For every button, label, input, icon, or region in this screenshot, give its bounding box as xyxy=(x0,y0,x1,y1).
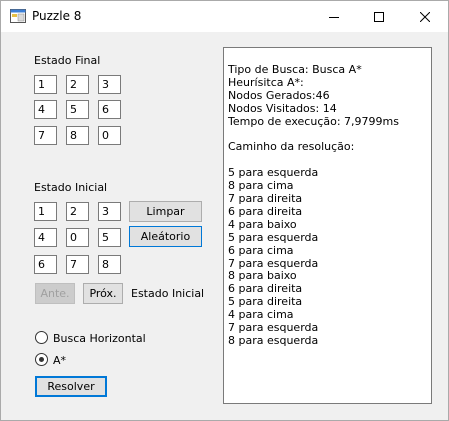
initial-cell-5[interactable]: 0 xyxy=(66,228,89,247)
result-textbox[interactable]: Tipo de Busca: Busca A* Heurísitca A*: Nod… xyxy=(223,47,432,404)
initial-cell-2[interactable]: 2 xyxy=(66,202,89,221)
output-line: Nodos Gerados:46 xyxy=(228,88,330,102)
app-icon xyxy=(10,9,26,23)
final-cell-7[interactable]: 7 xyxy=(34,126,57,145)
radio-busca-horizontal[interactable] xyxy=(35,331,48,344)
minimize-button[interactable] xyxy=(311,1,356,32)
output-line: 4 para baixo xyxy=(228,217,297,231)
final-cell-8[interactable]: 8 xyxy=(66,126,89,145)
resolver-button[interactable]: Resolver xyxy=(35,376,107,397)
final-cell-6[interactable]: 6 xyxy=(98,100,121,119)
busca-horizontal-label[interactable]: Busca Horizontal xyxy=(53,332,146,345)
output-line: Tipo de Busca: Busca A* xyxy=(228,63,362,76)
final-cell-2[interactable]: 2 xyxy=(66,75,89,94)
step-status-label: Estado Inicial xyxy=(131,287,205,300)
window-title: Puzzle 8 xyxy=(32,9,82,23)
initial-cell-6[interactable]: 5 xyxy=(98,228,121,247)
radio-selected-dot xyxy=(39,357,44,362)
final-cell-1[interactable]: 1 xyxy=(34,75,57,94)
output-line: 8 para esquerda xyxy=(228,334,319,347)
output-line: 6 para cima xyxy=(228,243,294,257)
output-line: Nodos Visitados: 14 xyxy=(228,101,337,115)
proximo-button[interactable]: Próx. xyxy=(83,283,123,304)
limpar-button[interactable]: Limpar xyxy=(129,201,202,222)
final-cell-5[interactable]: 5 xyxy=(66,100,89,119)
minimize-icon xyxy=(328,16,339,18)
anterior-button[interactable]: Ante. xyxy=(35,283,75,304)
final-cell-9[interactable]: 0 xyxy=(98,126,121,145)
radio-a-star[interactable] xyxy=(35,353,48,366)
initial-cell-9[interactable]: 8 xyxy=(98,255,121,274)
close-button[interactable] xyxy=(402,1,447,32)
final-cell-4[interactable]: 4 xyxy=(34,100,57,119)
main-window: Puzzle 8 Estado Final 1 2 3 4 5 6 7 8 0 … xyxy=(0,0,449,421)
final-cell-3[interactable]: 3 xyxy=(98,75,121,94)
estado-inicial-label: Estado Inicial xyxy=(34,181,108,194)
output-line: Tempo de execução: 7,9799ms xyxy=(228,114,399,128)
output-line: 7 para direita xyxy=(228,192,303,206)
initial-cell-7[interactable]: 6 xyxy=(34,255,57,274)
initial-cell-8[interactable]: 7 xyxy=(66,255,89,274)
maximize-button[interactable] xyxy=(356,1,401,32)
close-icon xyxy=(419,11,430,22)
estado-final-label: Estado Final xyxy=(34,54,101,67)
maximize-icon xyxy=(373,11,384,22)
output-line: 5 para esquerda xyxy=(228,230,319,244)
output-line: Heurísitca A*: xyxy=(228,75,304,89)
output-line: Caminho da resolução: xyxy=(228,140,355,154)
title-bar: Puzzle 8 xyxy=(1,1,448,32)
initial-cell-1[interactable]: 1 xyxy=(34,202,57,221)
initial-cell-4[interactable]: 4 xyxy=(34,228,57,247)
a-star-label[interactable]: A* xyxy=(53,354,66,367)
aleatorio-button[interactable]: Aleátorio xyxy=(129,226,202,247)
output-line: 6 para direita xyxy=(228,204,303,218)
initial-cell-3[interactable]: 3 xyxy=(98,202,121,221)
